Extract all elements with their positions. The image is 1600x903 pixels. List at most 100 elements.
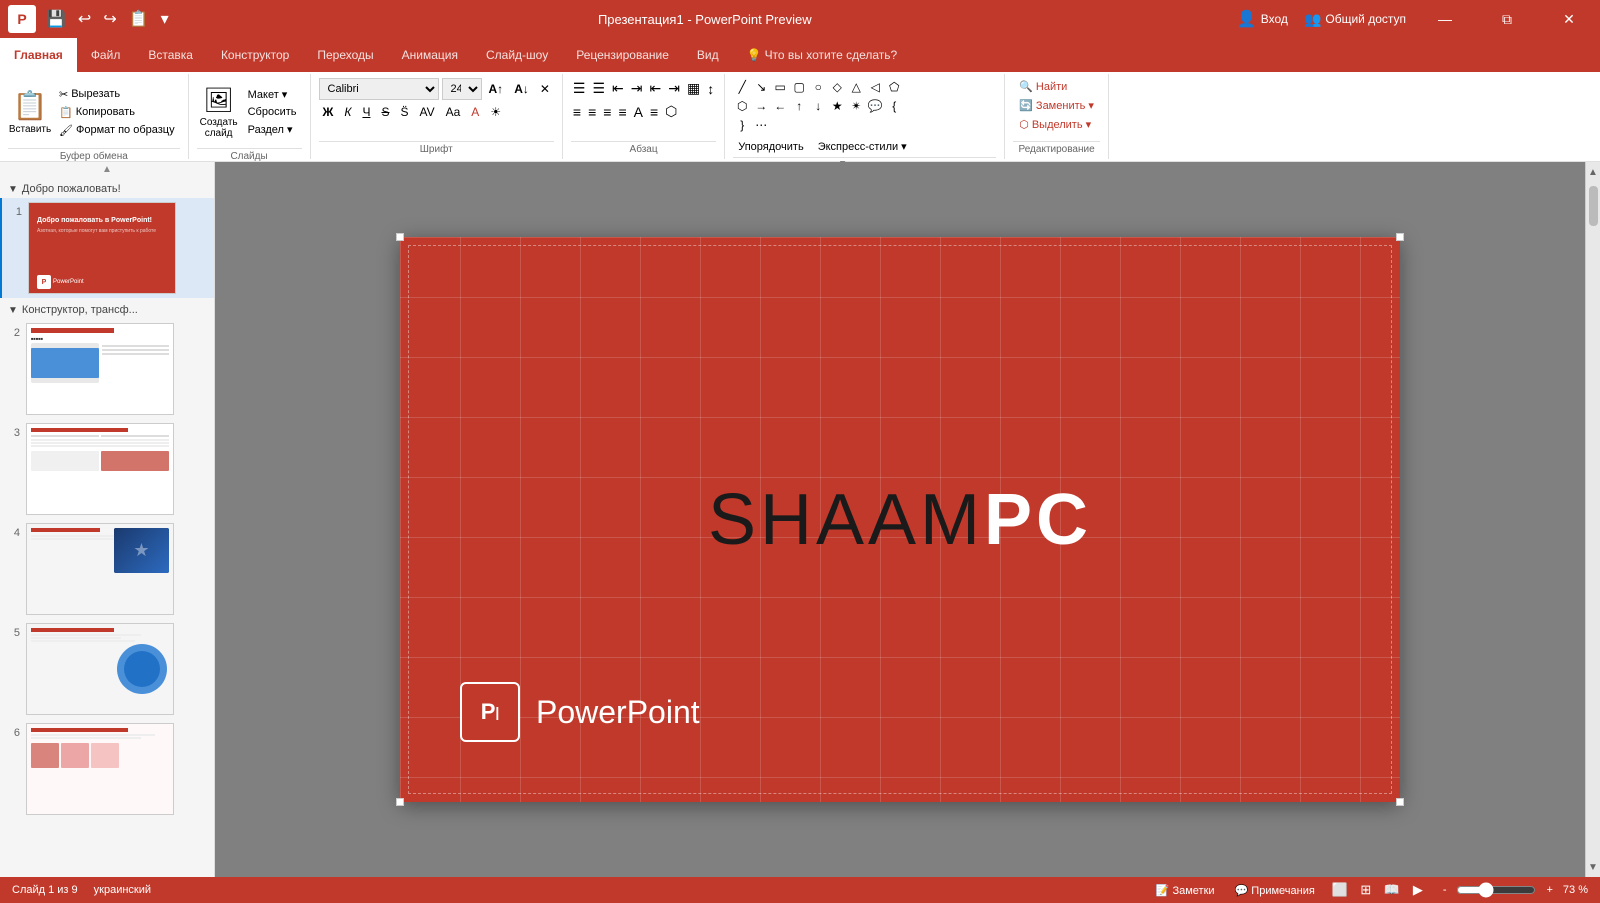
handle-tr[interactable] xyxy=(1396,233,1404,241)
decrease-indent-btn[interactable]: ⇤ xyxy=(610,78,626,99)
bullet-list-btn[interactable]: ☰ xyxy=(571,78,588,99)
shape-oval[interactable]: ○ xyxy=(809,78,827,96)
text-direction-btn[interactable]: A xyxy=(632,102,645,122)
underline-btn[interactable]: Ч xyxy=(358,102,374,122)
slideshow-btn[interactable]: ▶ xyxy=(1407,879,1429,901)
shape-arrow-r[interactable]: → xyxy=(752,97,770,115)
shape-hex[interactable]: ⬡ xyxy=(733,97,751,115)
zoom-plus-btn[interactable]: + xyxy=(1540,882,1558,898)
format-painter-btn[interactable]: 🖌 Формат по образцу xyxy=(54,122,180,139)
strikethrough-btn[interactable]: S xyxy=(377,102,393,122)
tab-help[interactable]: 💡Что вы хотите сделать? xyxy=(733,38,912,72)
align-text-btn[interactable]: ≡ xyxy=(648,102,660,122)
paste-btn[interactable]: 📋 Вставить xyxy=(8,78,52,146)
present-quick-btn[interactable]: 📋 xyxy=(125,7,153,31)
shape-burst[interactable]: ✴ xyxy=(847,97,865,115)
minimize-btn[interactable]: — xyxy=(1422,0,1468,38)
reset-btn[interactable]: Сбросить xyxy=(243,104,302,120)
font-family-select[interactable]: Calibri xyxy=(319,78,439,100)
slide-thumbnail-2[interactable]: 2 ■■■■■ xyxy=(0,319,214,419)
shape-rtriangle[interactable]: ◁ xyxy=(866,78,884,96)
undo-quick-btn[interactable]: ↩ xyxy=(74,7,95,31)
share-btn[interactable]: 👥 Общий доступ xyxy=(1304,11,1406,28)
slide-thumbnail-5[interactable]: 5 xyxy=(0,619,214,719)
main-slide-canvas[interactable]: SHAAMPC P | PowerPoint xyxy=(400,237,1400,802)
shape-arrow-d[interactable]: ↓ xyxy=(809,97,827,115)
save-quick-btn[interactable]: 💾 xyxy=(42,7,70,31)
font-size-select[interactable]: 24 xyxy=(442,78,482,100)
justify-btn[interactable]: ≡ xyxy=(616,102,628,122)
slide-thumbnail-6[interactable]: 6 xyxy=(0,719,214,819)
scroll-thumb[interactable] xyxy=(1589,186,1598,226)
align-left-btn[interactable]: ≡ xyxy=(571,102,583,122)
change-case-btn[interactable]: Aa xyxy=(442,102,465,122)
sign-in-btn[interactable]: 👤 Вход xyxy=(1237,9,1288,29)
shape-callout[interactable]: 💬 xyxy=(866,97,884,115)
comments-btn[interactable]: 💬 Примечания xyxy=(1229,882,1321,899)
tab-animations[interactable]: Анимация xyxy=(388,38,472,72)
shape-rect[interactable]: ▭ xyxy=(771,78,789,96)
shape-brace[interactable]: } xyxy=(733,116,751,134)
italic-btn[interactable]: К xyxy=(340,102,355,122)
reading-view-btn[interactable]: 📖 xyxy=(1381,879,1403,901)
shadow-btn[interactable]: S̈ xyxy=(396,102,412,122)
shape-star[interactable]: ★ xyxy=(828,97,846,115)
slide-thumbnail-4[interactable]: 4 ★ xyxy=(0,519,214,619)
handle-br[interactable] xyxy=(1396,798,1404,806)
restore-btn[interactable]: ⧉ xyxy=(1484,0,1530,38)
scroll-down-btn[interactable]: ▼ xyxy=(1586,857,1600,877)
close-btn[interactable]: ✕ xyxy=(1546,0,1592,38)
shape-line[interactable]: ╱ xyxy=(733,78,751,96)
copy-btn[interactable]: 📋 Копировать xyxy=(54,104,180,121)
tab-file[interactable]: Файл xyxy=(77,38,135,72)
select-btn[interactable]: ⬡ Выделить ▾ xyxy=(1013,116,1097,133)
increase-font-btn[interactable]: A↑ xyxy=(485,79,508,99)
tab-design[interactable]: Конструктор xyxy=(207,38,303,72)
zoom-minus-btn[interactable]: - xyxy=(1437,882,1453,898)
tab-view[interactable]: Вид xyxy=(683,38,733,72)
smart-art-btn[interactable]: ⬡ xyxy=(663,101,679,122)
columns-btn[interactable]: ▦ xyxy=(685,78,702,99)
cut-btn[interactable]: ✂ Вырезать xyxy=(54,86,180,103)
redo-quick-btn[interactable]: ↪ xyxy=(99,7,120,31)
shape-bracket[interactable]: { xyxy=(885,97,903,115)
normal-view-btn[interactable]: ⬜ xyxy=(1329,879,1351,901)
layout-btn[interactable]: Макет ▾ xyxy=(243,86,302,103)
tab-insert[interactable]: Вставка xyxy=(134,38,207,72)
scroll-up-btn[interactable]: ▲ xyxy=(1586,162,1600,182)
shape-pentagon[interactable]: ⬠ xyxy=(885,78,903,96)
quick-styles-btn[interactable]: Экспресс-стили ▾ xyxy=(813,138,912,155)
numbered-list-btn[interactable]: ☰ xyxy=(590,78,607,99)
shape-triangle[interactable]: △ xyxy=(847,78,865,96)
handle-bl[interactable] xyxy=(396,798,404,806)
panel-scroll-up[interactable]: ▲ xyxy=(0,162,214,177)
ltr-btn[interactable]: ⇥ xyxy=(666,78,682,99)
clear-format-btn[interactable]: ✕ xyxy=(536,79,554,99)
bold-btn[interactable]: Ж xyxy=(319,102,338,122)
increase-indent-btn[interactable]: ⇥ xyxy=(629,78,645,99)
shape-more[interactable]: ⋯ xyxy=(752,116,770,134)
shape-arrow-u[interactable]: ↑ xyxy=(790,97,808,115)
char-spacing-btn[interactable]: AV xyxy=(415,102,438,122)
shape-arrow-l[interactable]: ← xyxy=(771,97,789,115)
highlight-btn[interactable]: ☀ xyxy=(486,102,505,122)
tab-review[interactable]: Рецензирование xyxy=(562,38,683,72)
decrease-font-btn[interactable]: A↓ xyxy=(510,79,533,99)
arrange-btn[interactable]: Упорядочить xyxy=(733,138,808,155)
slide-thumbnail-3[interactable]: 3 xyxy=(0,419,214,519)
find-btn[interactable]: 🔍 Найти xyxy=(1013,78,1073,95)
shape-diamond[interactable]: ◇ xyxy=(828,78,846,96)
shape-arrow[interactable]: ↘ xyxy=(752,78,770,96)
rtl-btn[interactable]: ⇤ xyxy=(648,78,664,99)
replace-btn[interactable]: 🔄 Заменить ▾ xyxy=(1013,97,1100,114)
font-color-btn[interactable]: A xyxy=(467,102,483,122)
slide-sorter-btn[interactable]: ⊞ xyxy=(1355,879,1377,901)
tab-home[interactable]: Главная xyxy=(0,38,77,72)
zoom-slider[interactable] xyxy=(1456,882,1536,898)
tab-slideshow[interactable]: Слайд-шоу xyxy=(472,38,562,72)
handle-tl[interactable] xyxy=(396,233,404,241)
section-btn[interactable]: Раздел ▾ xyxy=(243,121,302,138)
tab-transitions[interactable]: Переходы xyxy=(303,38,387,72)
qat-dropdown[interactable]: ▾ xyxy=(157,7,173,31)
shape-rounded-rect[interactable]: ▢ xyxy=(790,78,808,96)
